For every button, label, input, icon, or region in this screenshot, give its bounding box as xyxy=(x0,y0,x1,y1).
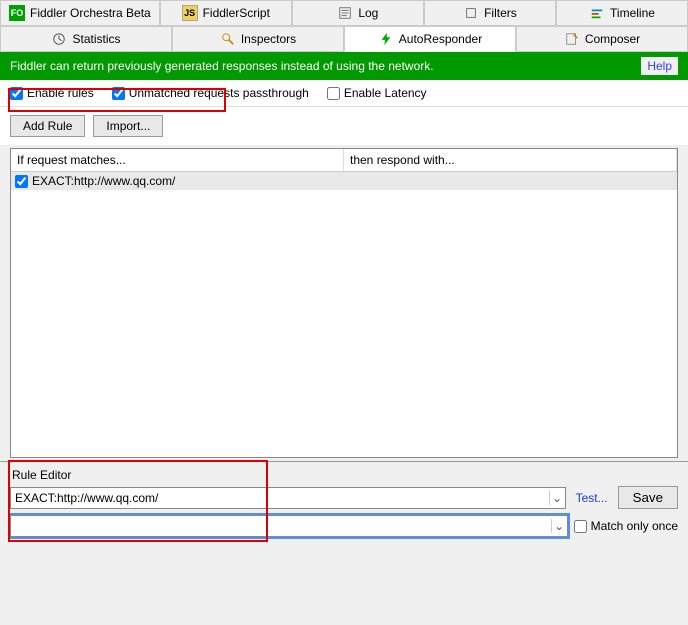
js-icon: JS xyxy=(182,5,198,21)
buttons-row: Add Rule Import... xyxy=(0,107,688,145)
tab-log[interactable]: Log xyxy=(292,0,424,25)
rule-row-checkbox[interactable] xyxy=(15,175,28,188)
rules-body: EXACT:http://www.qq.com/ xyxy=(11,172,677,190)
rule-editor: Rule Editor ⌄ Test... Save ⌄ Match only … xyxy=(0,461,688,553)
tab-timeline-label: Timeline xyxy=(610,6,655,20)
latency-label: Enable Latency xyxy=(344,86,427,100)
col-respond[interactable]: then respond with... xyxy=(344,149,677,171)
col-match[interactable]: If request matches... xyxy=(11,149,344,171)
match-once-checkbox[interactable]: Match only once xyxy=(574,519,678,533)
tab-orchestra-label: Fiddler Orchestra Beta xyxy=(30,6,151,20)
tab-statistics-label: Statistics xyxy=(72,32,120,46)
tab-orchestra[interactable]: FO Fiddler Orchestra Beta xyxy=(0,0,160,25)
tab-composer[interactable]: Composer xyxy=(516,26,688,51)
match-once-input[interactable] xyxy=(574,520,587,533)
unmatched-input[interactable] xyxy=(112,87,125,100)
bolt-icon xyxy=(378,31,394,47)
clock-icon xyxy=(51,31,67,47)
tabs-row-bottom: Statistics Inspectors AutoResponder Comp… xyxy=(0,26,688,52)
tab-script-label: FiddlerScript xyxy=(203,6,270,20)
info-bar: Fiddler can return previously generated … xyxy=(0,52,688,80)
match-once-label: Match only once xyxy=(591,519,678,533)
tab-filters[interactable]: Filters xyxy=(424,0,556,25)
test-button[interactable]: Test... xyxy=(572,491,612,505)
compose-icon xyxy=(564,31,580,47)
tab-inspectors-label: Inspectors xyxy=(241,32,296,46)
match-combobox[interactable]: ⌄ xyxy=(10,487,566,509)
table-row[interactable]: EXACT:http://www.qq.com/ xyxy=(11,172,677,190)
chevron-down-icon[interactable]: ⌄ xyxy=(549,491,565,505)
rules-table: If request matches... then respond with.… xyxy=(10,148,678,458)
help-link[interactable]: Help xyxy=(641,57,678,75)
tab-statistics[interactable]: Statistics xyxy=(0,26,172,51)
tab-filters-label: Filters xyxy=(484,6,517,20)
options-row: Enable rules Unmatched requests passthro… xyxy=(0,80,688,107)
match-input[interactable] xyxy=(11,489,549,507)
unmatched-checkbox[interactable]: Unmatched requests passthrough xyxy=(112,86,309,100)
tab-inspectors[interactable]: Inspectors xyxy=(172,26,344,51)
tab-autoresponder[interactable]: AutoResponder xyxy=(344,26,516,52)
tab-script[interactable]: JS FiddlerScript xyxy=(160,0,292,25)
save-button[interactable]: Save xyxy=(618,486,678,509)
unmatched-label: Unmatched requests passthrough xyxy=(129,86,309,100)
tab-composer-label: Composer xyxy=(585,32,640,46)
rules-header: If request matches... then respond with.… xyxy=(11,149,677,172)
search-icon xyxy=(220,31,236,47)
tab-autoresponder-label: AutoResponder xyxy=(399,32,482,46)
add-rule-button[interactable]: Add Rule xyxy=(10,115,85,137)
rule-editor-title: Rule Editor xyxy=(10,466,678,486)
filter-icon xyxy=(463,5,479,21)
tab-log-label: Log xyxy=(358,6,378,20)
rule-match-cell: EXACT:http://www.qq.com/ xyxy=(32,174,175,188)
enable-rules-input[interactable] xyxy=(10,87,23,100)
info-text: Fiddler can return previously generated … xyxy=(10,59,434,73)
latency-checkbox[interactable]: Enable Latency xyxy=(327,86,427,100)
import-button[interactable]: Import... xyxy=(93,115,163,137)
enable-rules-checkbox[interactable]: Enable rules xyxy=(10,86,94,100)
latency-input[interactable] xyxy=(327,87,340,100)
respond-combobox[interactable]: ⌄ xyxy=(10,515,568,537)
chevron-down-icon[interactable]: ⌄ xyxy=(551,519,567,533)
timeline-icon xyxy=(589,5,605,21)
respond-input[interactable] xyxy=(11,517,551,535)
enable-rules-label: Enable rules xyxy=(27,86,94,100)
tab-timeline[interactable]: Timeline xyxy=(556,0,688,25)
log-icon xyxy=(337,5,353,21)
tabs-row-top: FO Fiddler Orchestra Beta JS FiddlerScri… xyxy=(0,0,688,26)
fo-icon: FO xyxy=(9,5,25,21)
